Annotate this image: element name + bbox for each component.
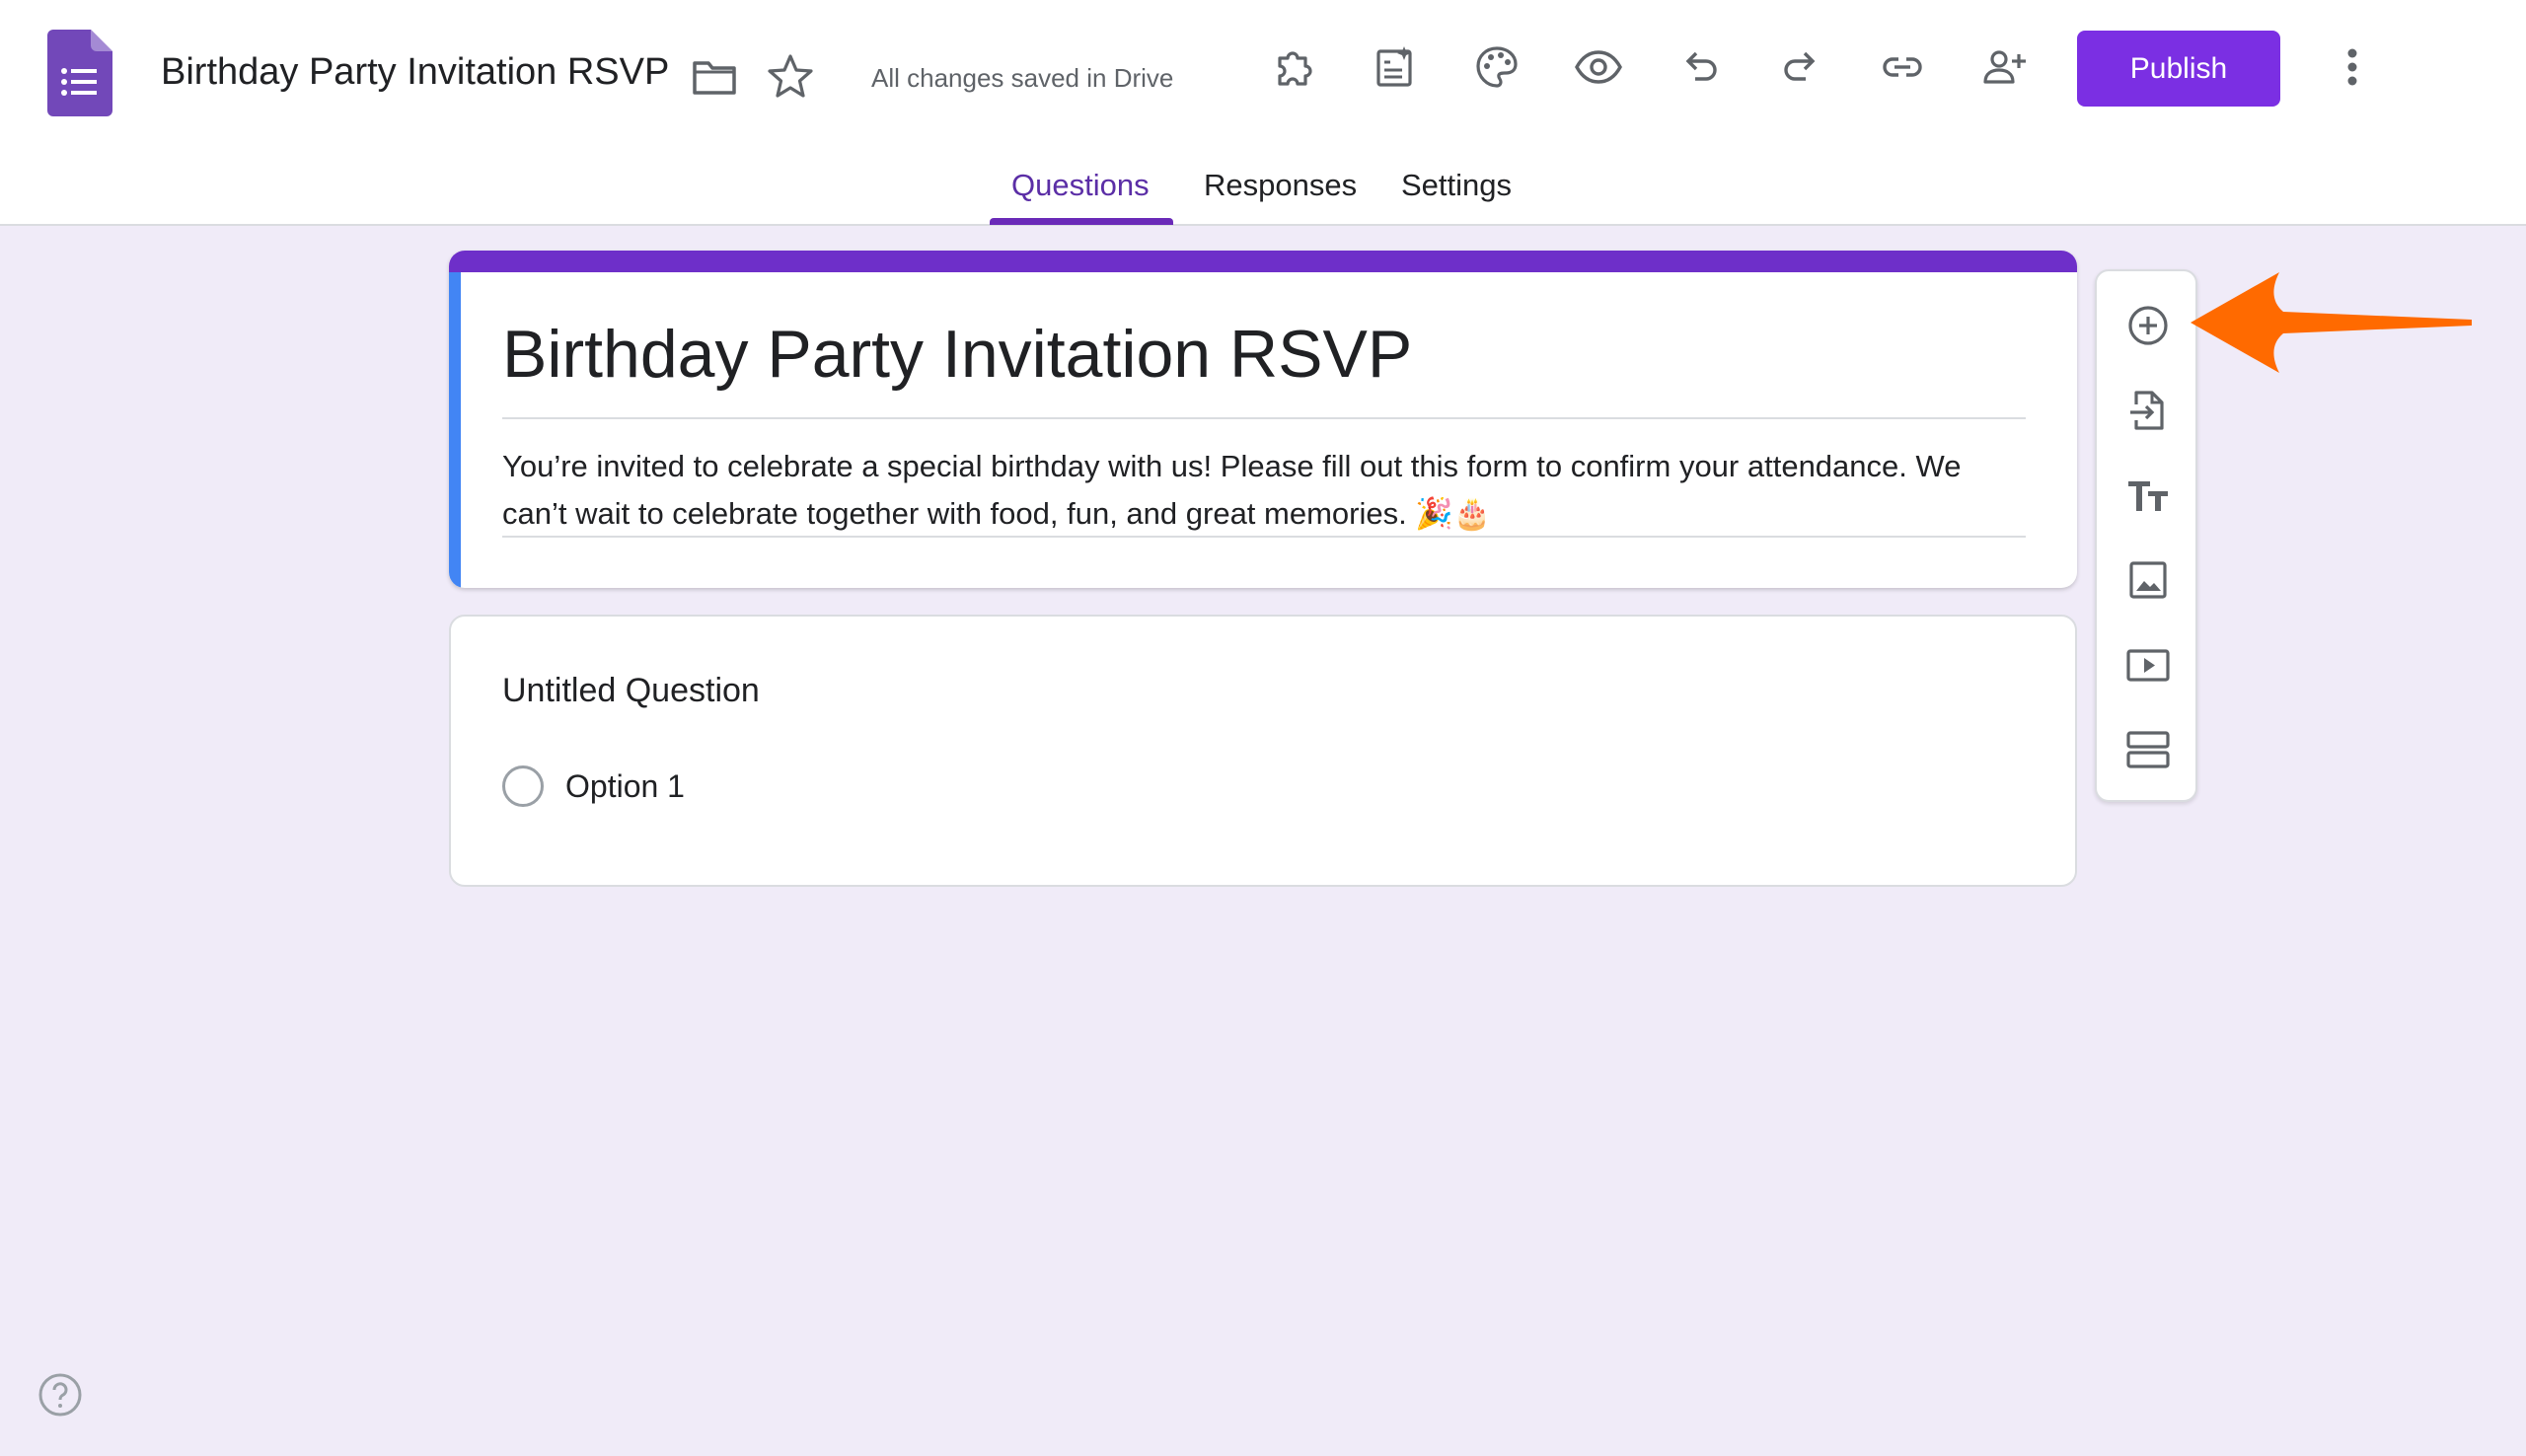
app-header: Birthday Party Invitation RSVP All chang… (0, 0, 2526, 226)
more-vert-icon[interactable] (2321, 36, 2384, 99)
option-label[interactable]: Option 1 (565, 768, 685, 805)
folder-icon[interactable] (691, 55, 738, 99)
save-status: All changes saved in Drive (871, 63, 1174, 93)
preview-eye-icon[interactable] (1567, 36, 1630, 99)
form-title[interactable]: Birthday Party Invitation RSVP (502, 316, 1412, 393)
google-forms-icon[interactable] (47, 30, 112, 116)
add-ons-icon[interactable] (1263, 36, 1326, 99)
add-video-icon[interactable] (2114, 630, 2183, 699)
description-underline (502, 536, 2026, 538)
question-card[interactable]: Untitled Question Option 1 (449, 615, 2077, 887)
active-tab-indicator (990, 218, 1173, 225)
tab-questions[interactable]: Questions (1011, 168, 1150, 203)
title-underline (502, 417, 2026, 419)
add-collaborator-icon[interactable] (1972, 36, 2036, 99)
focus-indicator (449, 272, 461, 588)
star-icon[interactable] (766, 51, 815, 101)
copy-link-icon[interactable] (1871, 36, 1934, 99)
form-accent-band (449, 251, 2077, 272)
undo-icon[interactable] (1669, 36, 1732, 99)
add-title-text-icon[interactable] (2114, 461, 2183, 530)
add-question-icon[interactable] (2114, 291, 2183, 360)
help-icon[interactable] (36, 1370, 85, 1420)
form-header-card[interactable]: Birthday Party Invitation RSVP You’re in… (449, 251, 2077, 588)
document-title[interactable]: Birthday Party Invitation RSVP (161, 51, 669, 94)
add-image-icon[interactable] (2114, 546, 2183, 615)
annotation-arrow-icon (2191, 272, 2472, 373)
tab-settings[interactable]: Settings (1401, 168, 1512, 203)
theme-palette-icon[interactable] (1465, 36, 1528, 99)
form-tabs: Questions Responses Settings (0, 158, 2526, 226)
redo-icon[interactable] (1769, 36, 1832, 99)
radio-button[interactable] (502, 765, 544, 807)
tab-responses[interactable]: Responses (1204, 168, 1357, 203)
import-questions-icon[interactable] (2114, 376, 2183, 445)
publish-button[interactable]: Publish (2077, 31, 2280, 107)
question-title[interactable]: Untitled Question (502, 672, 760, 710)
customize-form-icon[interactable] (1364, 36, 1427, 99)
add-section-icon[interactable] (2114, 715, 2183, 784)
form-description[interactable]: You’re invited to celebrate a special bi… (502, 443, 2032, 538)
option-row[interactable]: Option 1 (502, 764, 685, 808)
